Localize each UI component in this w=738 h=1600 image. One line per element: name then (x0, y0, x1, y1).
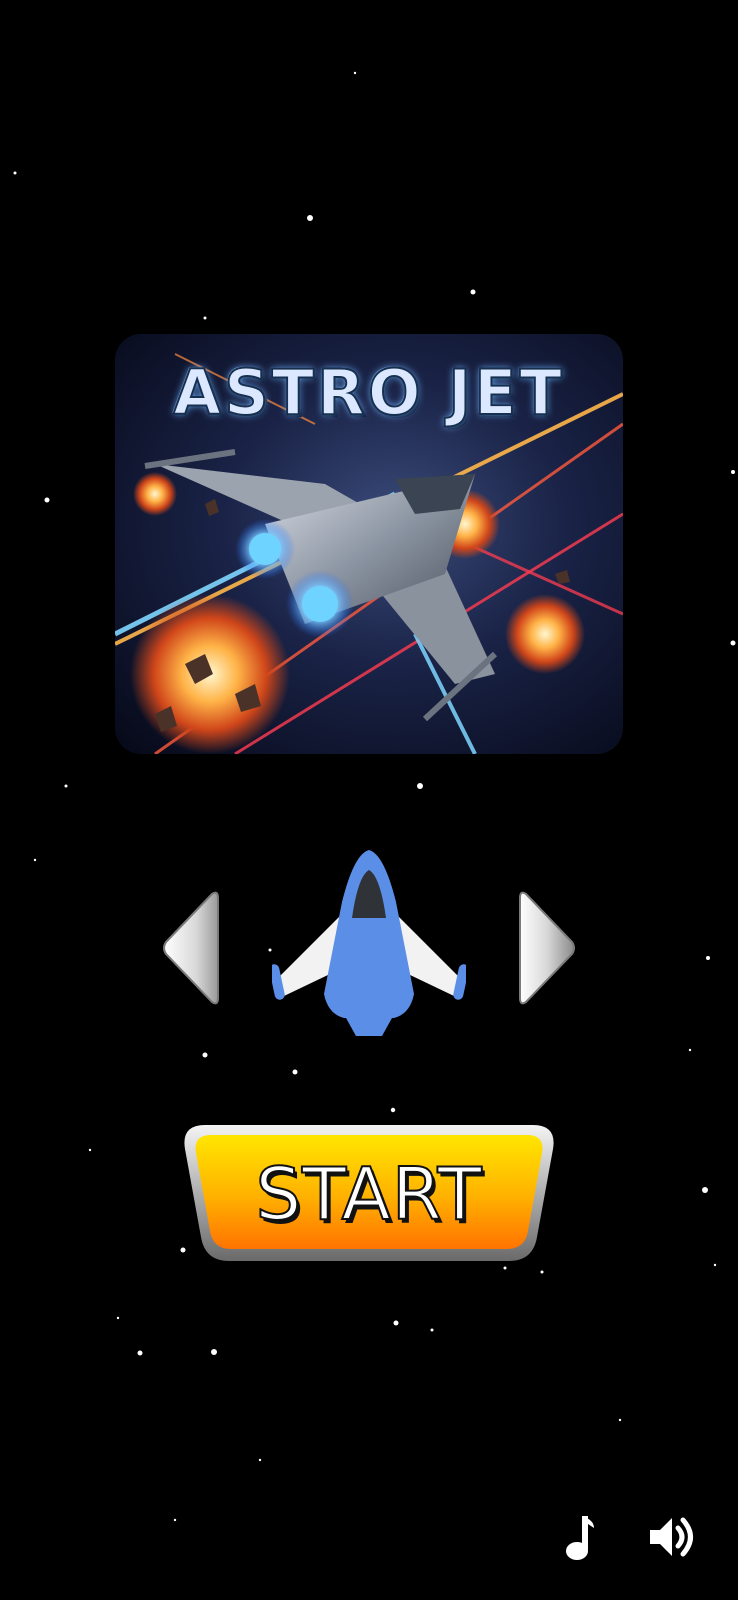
arrow-left-icon[interactable] (160, 890, 222, 1006)
arrow-right-icon[interactable] (516, 890, 578, 1006)
game-title: ASTRO JET (172, 355, 565, 430)
starfield (13, 71, 736, 1522)
music-note-icon[interactable] (560, 1510, 608, 1564)
player-ship (272, 850, 466, 1036)
speaker-volume-icon[interactable] (648, 1510, 696, 1564)
start-button[interactable]: START (181, 1125, 557, 1261)
start-label: START (254, 1151, 483, 1237)
title-artwork: ASTRO JET (115, 334, 623, 754)
